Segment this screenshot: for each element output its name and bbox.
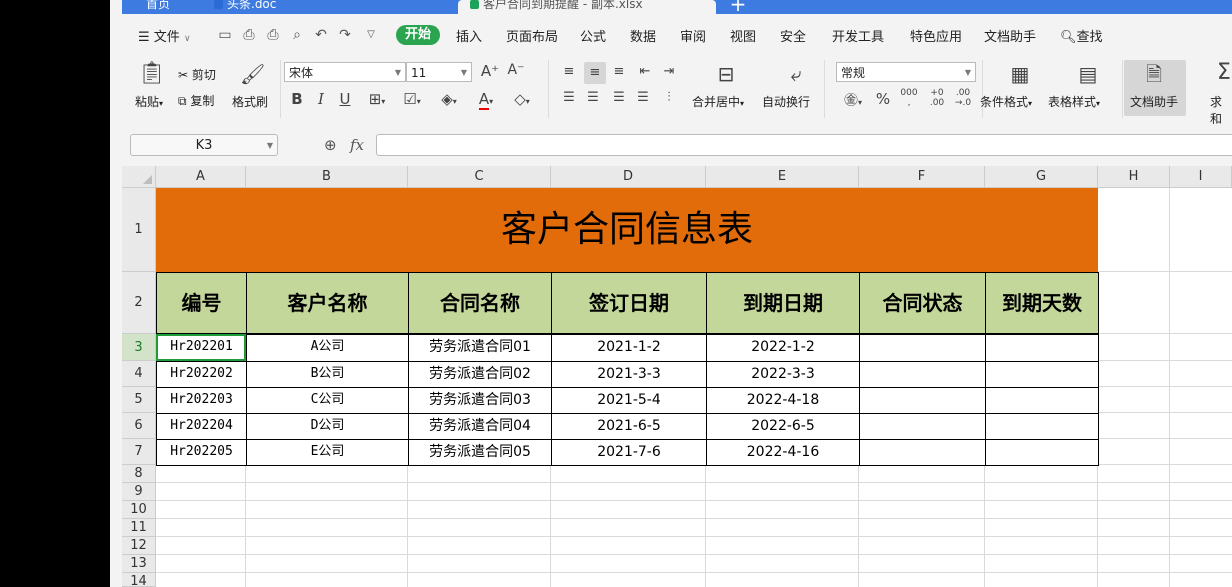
- contract-cell[interactable]: 劳务派遣合同03: [408, 387, 552, 414]
- days-cell[interactable]: [985, 439, 1099, 466]
- gridline-horizontal: [156, 572, 1232, 573]
- signed-date-cell[interactable]: 2021-5-4: [551, 387, 707, 414]
- row-header-11[interactable]: 11: [122, 519, 156, 537]
- header-cell-status[interactable]: 合同状态: [859, 272, 986, 334]
- contract-cell[interactable]: 劳务派遣合同02: [408, 361, 552, 388]
- id-cell[interactable]: Hr202203: [156, 387, 247, 414]
- days-cell[interactable]: [985, 413, 1099, 440]
- days-cell[interactable]: [985, 334, 1099, 362]
- row-header-4[interactable]: 4: [122, 361, 156, 387]
- gridline-horizontal: [156, 500, 1232, 501]
- column-header-e[interactable]: E: [706, 166, 859, 188]
- expiry-date-cell[interactable]: 2022-4-16: [706, 439, 860, 466]
- status-cell[interactable]: [859, 361, 986, 388]
- column-header-b[interactable]: B: [246, 166, 408, 188]
- gridline-horizontal: [156, 536, 1232, 537]
- expiry-date-cell[interactable]: 2022-1-2: [706, 334, 860, 362]
- client-cell[interactable]: E公司: [246, 439, 409, 466]
- row-header-12[interactable]: 12: [122, 537, 156, 555]
- row-header-2[interactable]: 2: [122, 272, 156, 334]
- client-cell[interactable]: C公司: [246, 387, 409, 414]
- client-cell[interactable]: D公司: [246, 413, 409, 440]
- expiry-date-cell[interactable]: 2022-6-5: [706, 413, 860, 440]
- column-header-d[interactable]: D: [551, 166, 706, 188]
- gridline-vertical: [1169, 188, 1170, 587]
- gridline-horizontal: [156, 482, 1232, 483]
- header-cell-days[interactable]: 到期天数: [985, 272, 1099, 334]
- signed-date-cell[interactable]: 2021-6-5: [551, 413, 707, 440]
- gridline-horizontal: [156, 518, 1232, 519]
- status-cell[interactable]: [859, 413, 986, 440]
- row-header-8[interactable]: 8: [122, 465, 156, 483]
- status-cell[interactable]: [859, 387, 986, 414]
- spreadsheet-app: 首页 头条.doc 客户合同到期提醒 - 副本.xlsx + ☰ 文件 ∨ ▭ …: [110, 0, 1232, 587]
- column-header-h[interactable]: H: [1098, 166, 1170, 188]
- column-header-g[interactable]: G: [985, 166, 1098, 188]
- days-cell[interactable]: [985, 387, 1099, 414]
- column-header-c[interactable]: C: [408, 166, 551, 188]
- active-cell-highlight: [156, 334, 246, 361]
- spreadsheet-grid[interactable]: ABCDEFGHI 1 2 3 4 5 6 7 8 9 10 11 12 13 14 客户合同信息表 编号…: [110, 0, 1232, 587]
- signed-date-cell[interactable]: 2021-7-6: [551, 439, 707, 466]
- header-cell-id[interactable]: 编号: [156, 272, 247, 334]
- expiry-date-cell[interactable]: 2022-4-18: [706, 387, 860, 414]
- contract-cell[interactable]: 劳务派遣合同05: [408, 439, 552, 466]
- row-header-5[interactable]: 5: [122, 387, 156, 413]
- select-all-corner[interactable]: [122, 166, 156, 188]
- expiry-date-cell[interactable]: 2022-3-3: [706, 361, 860, 388]
- client-cell[interactable]: B公司: [246, 361, 409, 388]
- contract-cell[interactable]: 劳务派遣合同04: [408, 413, 552, 440]
- signed-date-cell[interactable]: 2021-1-2: [551, 334, 707, 362]
- days-cell[interactable]: [985, 361, 1099, 388]
- row-header-9[interactable]: 9: [122, 483, 156, 501]
- client-cell[interactable]: A公司: [246, 334, 409, 362]
- column-header-i[interactable]: I: [1170, 166, 1232, 188]
- table-title-cell[interactable]: 客户合同信息表: [156, 188, 1098, 272]
- status-cell[interactable]: [859, 334, 986, 362]
- gridline-horizontal: [156, 554, 1232, 555]
- row-header-7[interactable]: 7: [122, 439, 156, 465]
- status-cell[interactable]: [859, 439, 986, 466]
- row-header-6[interactable]: 6: [122, 413, 156, 439]
- row-header-14[interactable]: 14: [122, 573, 156, 587]
- id-cell[interactable]: Hr202205: [156, 439, 247, 466]
- row-header-10[interactable]: 10: [122, 501, 156, 519]
- column-header-f[interactable]: F: [859, 166, 985, 188]
- row-header-3[interactable]: 3: [122, 334, 156, 361]
- header-cell-signed-date[interactable]: 签订日期: [551, 272, 707, 334]
- row-header-13[interactable]: 13: [122, 555, 156, 573]
- row-header-1[interactable]: 1: [122, 188, 156, 272]
- id-cell[interactable]: Hr202202: [156, 361, 247, 388]
- signed-date-cell[interactable]: 2021-3-3: [551, 361, 707, 388]
- contract-cell[interactable]: 劳务派遣合同01: [408, 334, 552, 362]
- column-header-a[interactable]: A: [156, 166, 246, 188]
- id-cell[interactable]: Hr202204: [156, 413, 247, 440]
- header-cell-client[interactable]: 客户名称: [246, 272, 409, 334]
- header-cell-expiry-date[interactable]: 到期日期: [706, 272, 860, 334]
- header-cell-contract[interactable]: 合同名称: [408, 272, 552, 334]
